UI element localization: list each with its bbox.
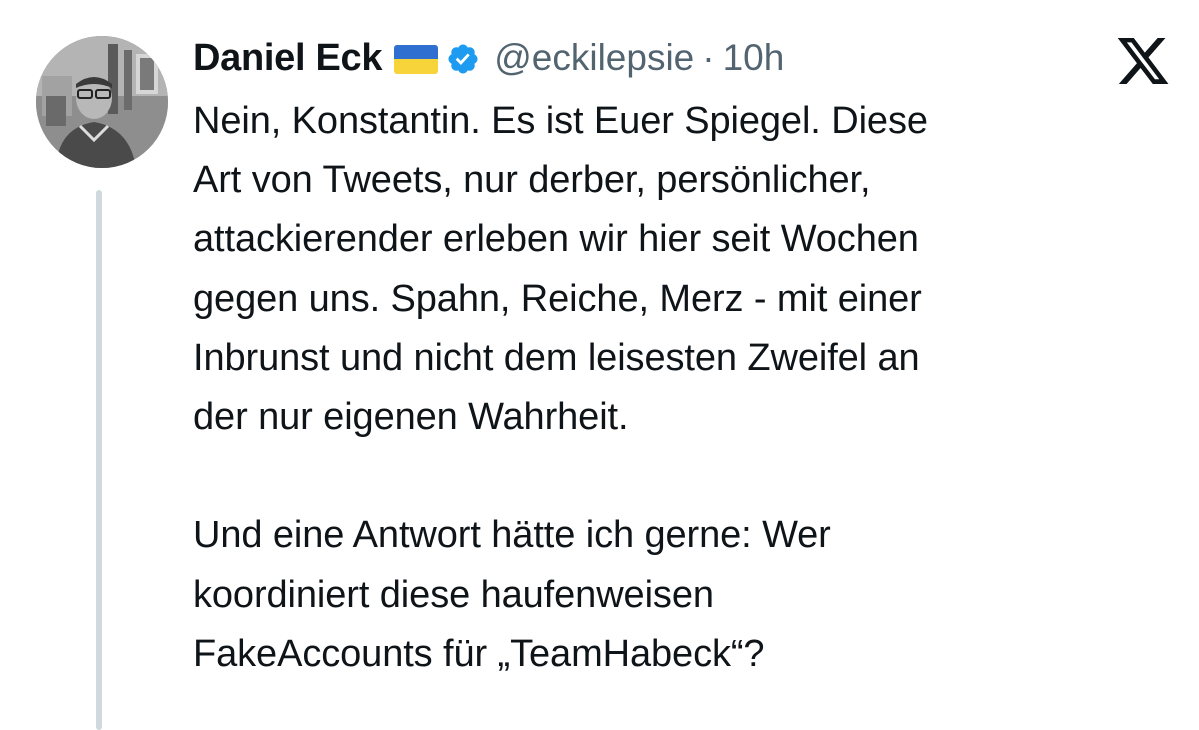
x-logo-icon[interactable] — [1117, 38, 1171, 84]
tweet-text-line: koordiniert diese haufenweisen — [193, 573, 714, 616]
avatar-photo — [36, 36, 168, 168]
tweet-text: Nein, Konstantin. Es ist Euer Spiegel. D… — [193, 92, 1183, 684]
ukraine-flag-icon — [394, 44, 439, 74]
tweet-text-line: attackierender erleben wir hier seit Woc… — [193, 218, 919, 261]
timestamp[interactable]: 10h — [723, 37, 785, 79]
tweet-text-line: Inbrunst und nicht dem leisesten Zweifel… — [193, 336, 920, 379]
tweet-text-line: Nein, Konstantin. Es ist Euer Spiegel. D… — [193, 100, 928, 142]
tweet-text-line: Und eine Antwort hätte ich gerne: Wer — [193, 514, 831, 557]
tweet-card: Daniel Eck @eckilepsie · 10h Nein, Konst… — [0, 0, 1199, 730]
display-name[interactable]: Daniel Eck — [193, 37, 383, 80]
tweet-text-line: gegen uns. Spahn, Reiche, Merz - mit ein… — [193, 277, 922, 320]
verified-badge-icon[interactable] — [446, 42, 480, 76]
thread-line — [96, 190, 102, 730]
user-handle[interactable]: @eckilepsie — [494, 37, 694, 79]
tweet-text-line: Art von Tweets, nur derber, persönlicher… — [193, 159, 871, 202]
avatar[interactable] — [36, 36, 168, 168]
tweet-text-line: der nur eigenen Wahrheit. — [193, 396, 629, 439]
tweet-text-line: FakeAccounts für „TeamHabeck“? — [193, 632, 765, 675]
separator-dot: · — [702, 37, 715, 78]
tweet-header: Daniel Eck @eckilepsie · 10h — [193, 30, 784, 86]
paragraph-break — [193, 447, 1183, 506]
